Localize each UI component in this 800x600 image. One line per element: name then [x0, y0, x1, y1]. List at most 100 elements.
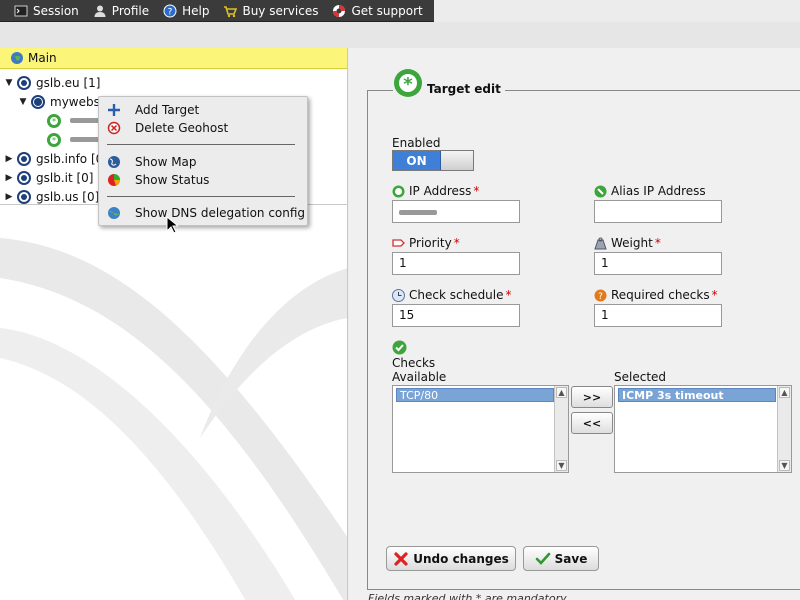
priority-input[interactable]: 1 — [392, 252, 520, 275]
expand-toggle[interactable]: ▶ — [4, 192, 14, 202]
lifebuoy-icon — [333, 4, 346, 17]
menu-delete-geohost[interactable]: Delete Geohost — [107, 119, 228, 137]
zone-globe-icon — [17, 189, 31, 204]
scroll-up-arrow[interactable]: ▲ — [556, 387, 567, 398]
expand-toggle[interactable]: ▼ — [18, 97, 28, 107]
required-mark: * — [505, 288, 512, 302]
checks-label-text: Checks — [392, 356, 436, 370]
add-check-button[interactable]: >> — [571, 386, 613, 408]
menu-get-support[interactable]: Get support — [332, 4, 423, 18]
ip-address-input[interactable] — [392, 200, 520, 223]
expand-toggle[interactable]: ▶ — [4, 173, 14, 183]
context-menu: Add Target Delete Geohost Show Map Show … — [98, 96, 308, 226]
menu-help[interactable]: ? Help — [163, 4, 209, 18]
alias-ip-label: Alias IP Address — [594, 184, 706, 198]
save-button[interactable]: Save — [523, 546, 599, 571]
weight-icon — [594, 237, 607, 249]
toggle-handle — [441, 151, 473, 170]
list-item[interactable]: ICMP 3s timeout — [618, 388, 776, 402]
menu-help-label: Help — [182, 3, 210, 18]
required-mark: * — [654, 236, 661, 250]
form-title: Target edit — [427, 82, 501, 96]
available-label-text: Available — [392, 370, 447, 384]
required-checks-label: ? Required checks * — [594, 288, 718, 302]
required-mark: * — [453, 236, 460, 250]
form-legend: * Target edit — [393, 68, 505, 98]
delete-icon — [107, 121, 121, 135]
top-menubar: Session Profile ? Help Buy services Get … — [0, 0, 434, 22]
weight-input[interactable]: 1 — [594, 252, 722, 275]
redacted-ip-value — [399, 210, 437, 215]
toolbar-strip — [0, 22, 800, 48]
expand-toggle[interactable]: ▶ — [4, 154, 14, 164]
green-check-icon — [535, 552, 550, 565]
checkmark-icon — [392, 340, 407, 355]
menu-separator — [107, 196, 295, 197]
enabled-toggle[interactable]: ON — [392, 150, 474, 171]
alias-ip-label-text: Alias IP Address — [611, 184, 706, 198]
question-icon: ? — [594, 289, 607, 302]
menu-show-status[interactable]: Show Status — [107, 171, 209, 189]
menu-profile[interactable]: Profile — [93, 4, 149, 18]
scrollbar[interactable]: ▲ ▼ — [777, 386, 791, 472]
mouse-cursor-icon — [166, 216, 178, 234]
required-mark: * — [473, 184, 480, 198]
terminal-icon — [14, 5, 28, 16]
target-icon: * — [47, 132, 61, 147]
tree-root-main[interactable]: Main — [0, 48, 347, 69]
menu-buy-services-label: Buy services — [242, 3, 319, 18]
menu-buy-services[interactable]: Buy services — [223, 4, 318, 18]
weight-label: Weight * — [594, 236, 661, 250]
required-checks-input[interactable]: 1 — [594, 304, 722, 327]
expand-toggle[interactable]: ▼ — [4, 78, 14, 88]
selected-label: Selected — [614, 370, 666, 384]
menu-profile-label: Profile — [111, 3, 150, 18]
menu-session[interactable]: Session — [14, 4, 79, 18]
earth-icon — [108, 207, 120, 219]
tree-node-label: gslb.it [0] — [36, 170, 94, 185]
target-icon: * — [47, 113, 61, 128]
selected-checks-list[interactable]: ICMP 3s timeout ▲ ▼ — [614, 385, 792, 473]
undo-changes-button[interactable]: Undo changes — [386, 546, 516, 571]
ip-address-label: IP Address * — [392, 184, 479, 198]
priority-icon — [392, 238, 405, 247]
scroll-up-arrow[interactable]: ▲ — [779, 387, 790, 398]
enabled-label-text: Enabled — [392, 136, 441, 150]
menu-show-status-label: Show Status — [135, 173, 210, 187]
menu-show-map-label: Show Map — [135, 155, 197, 169]
tree-node-label: gslb.us [0] — [36, 189, 100, 204]
tree-root-label: Main — [28, 51, 57, 65]
check-schedule-input[interactable]: 15 — [392, 304, 520, 327]
undo-changes-label: Undo changes — [413, 551, 509, 566]
scrollbar[interactable]: ▲ ▼ — [554, 386, 568, 472]
status-pie-icon — [108, 174, 120, 186]
remove-check-button[interactable]: << — [571, 412, 613, 434]
checks-label: Checks — [392, 356, 435, 370]
menu-delete-geohost-label: Delete Geohost — [135, 121, 229, 135]
red-x-icon — [394, 551, 408, 566]
cart-icon — [224, 5, 238, 17]
zone-globe-icon — [17, 75, 31, 90]
check-schedule-label: Check schedule * — [392, 288, 512, 302]
user-icon — [94, 5, 106, 17]
alias-ip-input[interactable] — [594, 200, 722, 223]
menu-add-target[interactable]: Add Target — [107, 101, 199, 119]
menu-show-map[interactable]: Show Map — [107, 153, 197, 171]
scroll-down-arrow[interactable]: ▼ — [779, 460, 790, 471]
list-item[interactable]: TCP/80 — [396, 388, 554, 402]
geohost-globe-icon — [31, 94, 45, 109]
svg-text:*: * — [52, 136, 56, 145]
menu-show-dns-delegation[interactable]: Show DNS delegation config — [107, 204, 305, 222]
svg-text:?: ? — [168, 7, 173, 17]
weight-label-text: Weight — [611, 236, 653, 250]
required-mark: * — [711, 288, 718, 302]
available-checks-list[interactable]: TCP/80 ▲ ▼ — [392, 385, 569, 473]
zone-globe-icon — [17, 170, 31, 185]
svg-text:?: ? — [598, 292, 603, 302]
svg-text:*: * — [52, 117, 56, 126]
toggle-on-label: ON — [393, 151, 441, 170]
tree-node-gslb-eu[interactable]: ▼ gslb.eu [1] — [0, 73, 347, 92]
background-swoosh — [0, 238, 347, 600]
scroll-down-arrow[interactable]: ▼ — [556, 460, 567, 471]
required-checks-label-text: Required checks — [611, 288, 710, 302]
